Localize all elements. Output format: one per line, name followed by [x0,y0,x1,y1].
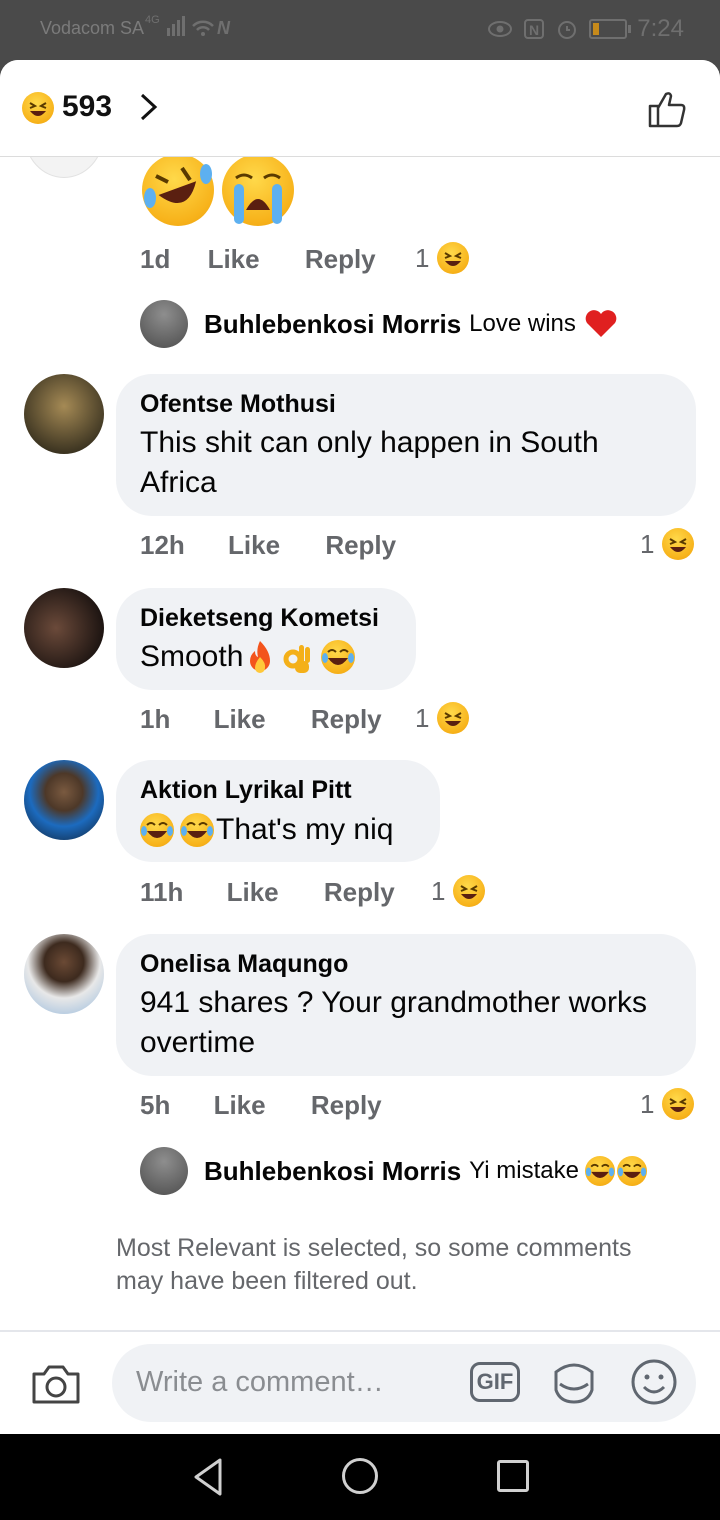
reply-button[interactable]: Reply [305,244,376,274]
recent-apps-icon[interactable] [497,1460,529,1492]
comment-time: 1d [140,244,171,274]
emoji-icon[interactable] [630,1358,678,1406]
tears-of-joy-icon [180,813,214,847]
reaction-count: 1 [415,242,430,273]
reactions-header: 593 [0,60,720,157]
comment-placeholder: Write a comment… [136,1366,384,1398]
laughing-face-icon [437,242,470,274]
tears-of-joy-icon [584,1156,615,1186]
reply-text: Love wins [469,310,576,337]
network-label: 4G [145,14,160,26]
comment-time: 12h [140,530,185,560]
reaction-summary[interactable]: 1 [415,702,470,734]
nested-reply[interactable]: Buhlebenkosi Morris Love wins [140,300,618,348]
tears-of-joy-icon [321,640,356,674]
avatar[interactable] [140,1147,188,1195]
laughing-face-icon [662,1088,695,1120]
alarm-icon [558,21,577,39]
comment-author[interactable]: Onelisa Maqungo [140,950,348,979]
like-button[interactable]: Like [228,530,280,560]
camera-icon[interactable] [30,1362,82,1406]
reply-text: Yi mistake [469,1157,579,1184]
laughing-face-icon [437,702,470,734]
reaction-count: 1 [415,702,430,733]
heart-icon [585,310,617,337]
reply-author[interactable]: Buhlebenkosi Morris [204,309,461,340]
reaction-summary[interactable]: 1 [640,528,695,560]
avatar[interactable] [24,374,104,454]
sticker-icon[interactable] [550,1358,598,1406]
avatar[interactable] [24,760,104,840]
reaction-summary[interactable]: 1 [640,1088,695,1120]
comment-text: This shit can only happen in South Afric… [140,426,599,499]
svg-text:N: N [217,18,231,38]
back-icon[interactable] [190,1456,226,1498]
like-button[interactable]: Like [214,704,266,734]
status-bar: Vodacom SA 4G N N 7:24 [0,0,720,62]
reaction-count: 1 [640,528,655,559]
avatar[interactable] [140,300,188,348]
comment-composer-bar: Write a comment… GIF [0,1330,720,1434]
eye-icon [488,21,513,37]
laughing-face-icon [453,875,486,907]
clock: 7:24 [637,15,684,42]
comment-time: 5h [140,1090,171,1120]
tears-of-joy-icon [140,813,174,847]
navigation-bar [0,1434,720,1520]
comment-actions: 11h Like Reply [140,877,395,908]
reaction-count: 1 [431,875,446,906]
avatar[interactable] [24,588,104,668]
comment-author[interactable]: Dieketseng Kometsi [140,604,379,633]
reaction-total[interactable]: 593 [62,90,112,124]
comment-author[interactable]: Aktion Lyrikal Pitt [140,776,352,805]
laughing-face-icon [22,92,54,124]
like-button[interactable]: Like [214,1090,266,1120]
emoji-reaction-content [142,154,295,226]
tears-of-joy-icon [616,1156,647,1186]
avatar[interactable] [24,934,104,1014]
filter-notice: Most Relevant is selected, so some comme… [116,1234,632,1295]
comments-sheet: 593 1d Like Reply 1 Buhlebenkosi Morris … [0,60,720,1434]
thumbs-up-icon[interactable] [646,88,688,130]
svg-text:N: N [529,22,539,38]
crying-face-icon [222,154,295,226]
comment-text: That's my niq [216,813,394,846]
comment-actions: 1d Like Reply [140,244,376,275]
comment-content: That's my niq [140,810,393,850]
reply-button[interactable]: Reply [325,530,396,560]
comment-text: 941 shares ? Your grandmother works over… [140,986,647,1059]
reaction-summary[interactable]: 1 [415,242,470,274]
laughing-face-icon [662,528,695,560]
status-right: N 7:24 [487,15,684,43]
comment-time: 11h [140,877,184,907]
reply-button[interactable]: Reply [311,704,382,734]
nested-reply[interactable]: Buhlebenkosi Morris Yi mistake [140,1147,647,1195]
ok-hand-icon [283,645,311,673]
chevron-right-icon[interactable] [138,92,160,122]
reaction-summary[interactable]: 1 [431,875,486,907]
comment-text: Smooth [140,640,244,673]
comment-input[interactable]: Write a comment… GIF [112,1344,696,1422]
carrier-label: Vodacom SA [40,18,145,38]
home-icon[interactable] [342,1458,378,1494]
fire-icon [250,641,271,673]
nfc-icon: N [524,19,545,39]
reply-button[interactable]: Reply [324,877,395,907]
comment-actions: 12h Like Reply [140,530,396,561]
reply-author[interactable]: Buhlebenkosi Morris [204,1156,461,1187]
comment-content: Smooth [140,637,356,677]
battery-icon [589,19,632,39]
signal-icon: 4G N [145,14,235,38]
comment-actions: 5h Like Reply [140,1090,382,1121]
comment-author[interactable]: Ofentse Mothusi [140,390,336,419]
like-button[interactable]: Like [208,244,260,274]
gif-button[interactable]: GIF [470,1362,520,1402]
comment-actions: 1h Like Reply [140,704,382,735]
reply-button[interactable]: Reply [311,1090,382,1120]
reaction-count: 1 [640,1088,655,1119]
like-button[interactable]: Like [227,877,279,907]
rolling-laughing-icon [142,154,214,226]
comment-time: 1h [140,704,171,734]
